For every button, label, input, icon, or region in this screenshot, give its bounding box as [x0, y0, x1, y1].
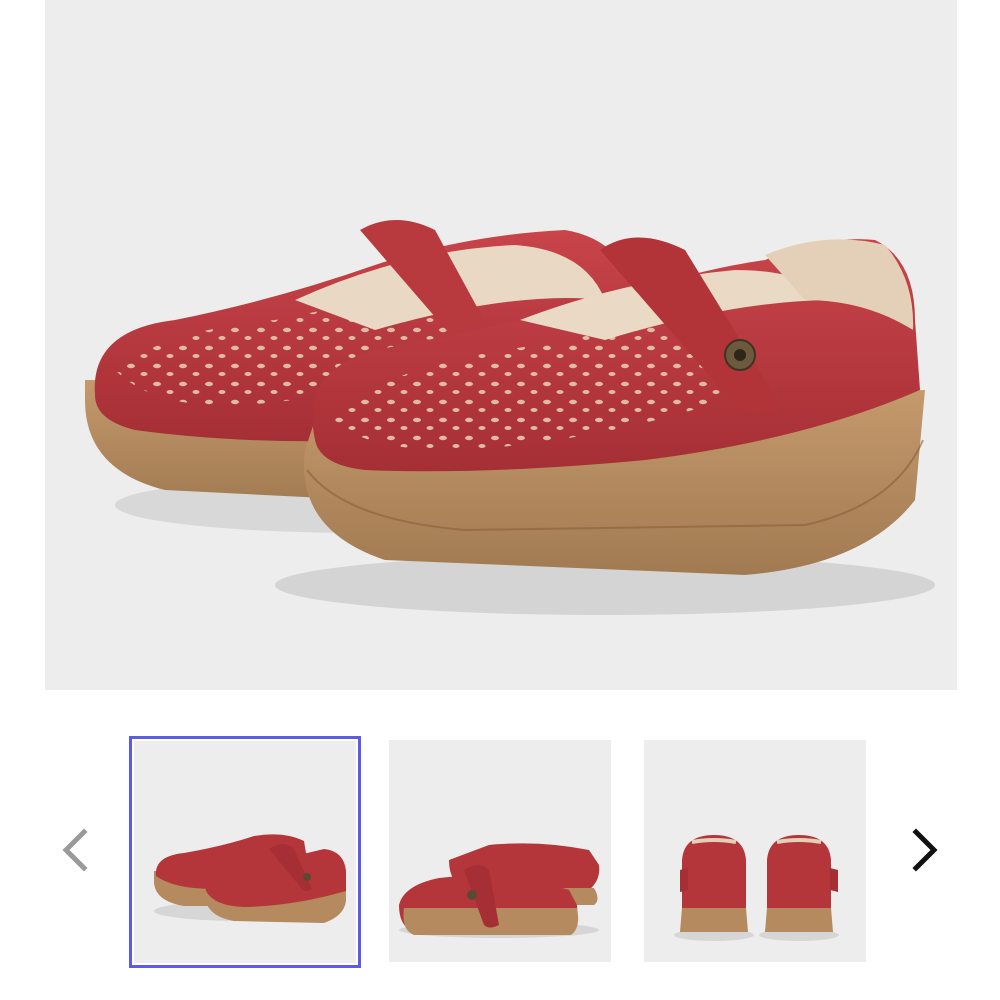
- thumbnail-1[interactable]: [129, 736, 361, 968]
- chevron-left-icon: [62, 828, 88, 872]
- shoe-pair-photo: [85, 220, 935, 615]
- shoe-pair-back-thumbnail: [674, 835, 839, 941]
- main-product-image[interactable]: [45, 0, 957, 690]
- thumbnail-3[interactable]: [644, 740, 866, 962]
- shoe-pair-angled-thumbnail: [154, 834, 346, 923]
- previous-image-button[interactable]: [46, 820, 106, 880]
- thumbnail-2[interactable]: [389, 740, 611, 962]
- next-image-button[interactable]: [894, 820, 954, 880]
- chevron-right-icon: [912, 828, 938, 872]
- product-image-gallery: [0, 0, 1000, 1000]
- shoe-pair-side-thumbnail: [399, 843, 600, 938]
